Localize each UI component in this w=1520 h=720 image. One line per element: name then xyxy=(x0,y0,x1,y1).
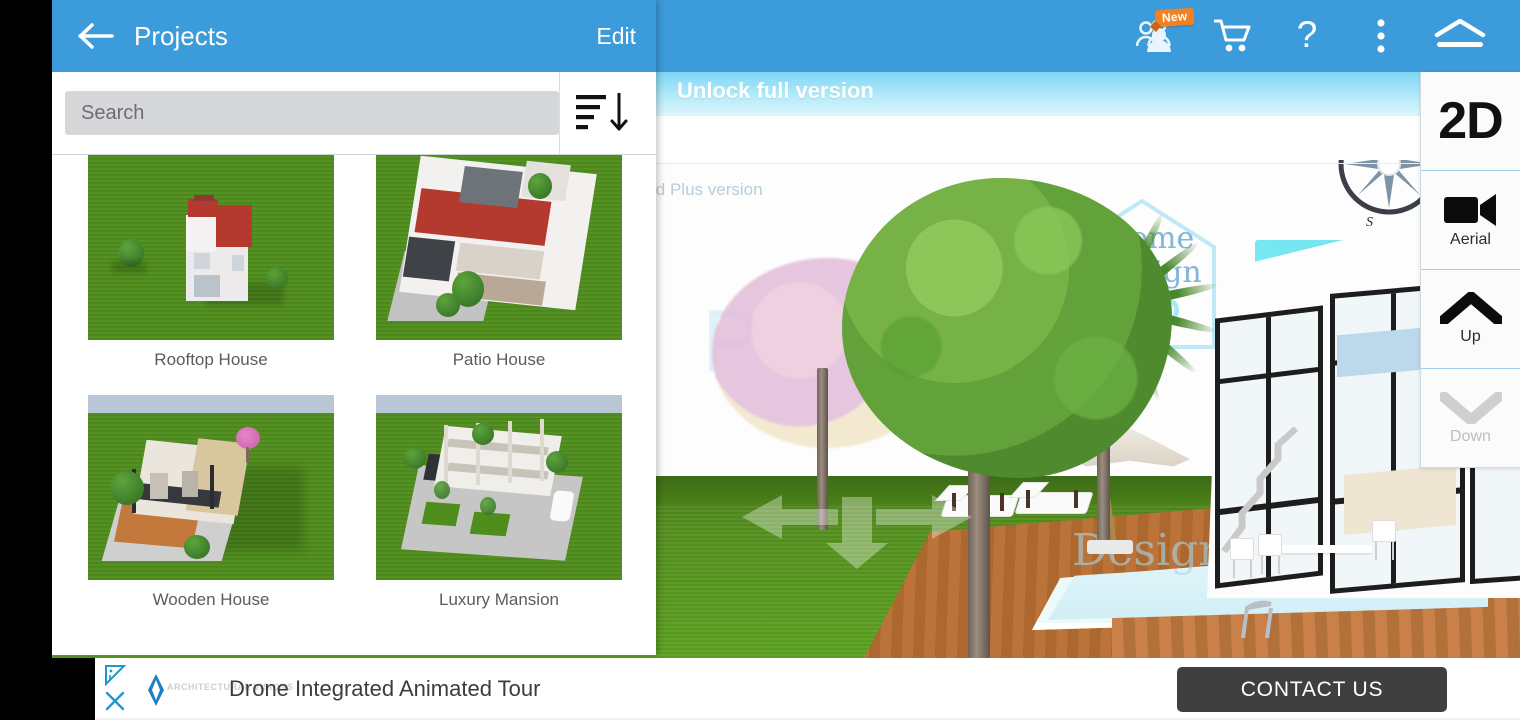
umbrella-base xyxy=(1087,540,1133,554)
sort-descending-icon xyxy=(575,93,627,131)
svg-text:?: ? xyxy=(1297,16,1318,55)
new-badge: New xyxy=(1154,7,1195,28)
back-button[interactable] xyxy=(78,16,118,56)
help-icon: ? xyxy=(1297,16,1318,55)
projects-search-row xyxy=(52,72,656,154)
projects-grid: Rooftop House Patio House Wooden House L… xyxy=(52,155,656,655)
view-tool-panel: 2D Aerial Up Down xyxy=(1420,72,1520,468)
arrow-left-icon xyxy=(78,23,114,49)
project-name: Patio House xyxy=(452,350,546,369)
aerial-view-button[interactable]: Aerial xyxy=(1421,171,1520,270)
cart-button[interactable] xyxy=(1196,0,1270,72)
patio-chair xyxy=(1372,520,1398,560)
projects-row: Wooden House Luxury Mansion xyxy=(52,384,656,624)
screen-root: PLAN Home Design 3D CT xyxy=(0,0,1520,720)
ad-title: Drone Integrated Animated Tour xyxy=(229,676,541,701)
contact-us-button[interactable]: CONTACT US xyxy=(1177,667,1447,712)
ad-banner: ARCHITECTURAL VISIONS Drone Integrated A… xyxy=(95,658,1520,720)
project-card[interactable]: Patio House xyxy=(376,155,622,384)
overflow-menu-icon xyxy=(1377,19,1385,53)
pan-arrows-overlay[interactable] xyxy=(742,455,972,645)
patio-chair xyxy=(1258,534,1284,574)
edit-button[interactable]: Edit xyxy=(596,23,636,50)
community-button[interactable]: New xyxy=(1122,0,1196,72)
move-down-button[interactable]: Down xyxy=(1421,369,1520,468)
adchoices-icon[interactable] xyxy=(104,664,126,686)
page-title: Projects xyxy=(134,20,228,51)
compass-label-south: S xyxy=(1366,215,1373,230)
chevron-up-icon xyxy=(1439,292,1502,324)
cart-icon xyxy=(1214,19,1251,52)
project-card[interactable]: Rooftop House xyxy=(88,155,334,384)
view-2d-icon: 2D xyxy=(1438,92,1503,150)
help-button[interactable]: ? xyxy=(1270,0,1344,72)
overflow-menu-button[interactable] xyxy=(1344,0,1418,72)
move-up-button[interactable]: Up xyxy=(1421,270,1520,369)
projects-header: Projects Edit xyxy=(52,0,656,72)
pool-ladder-icon xyxy=(1241,600,1273,639)
down-label: Down xyxy=(1450,427,1491,445)
search-input[interactable] xyxy=(65,91,559,135)
project-name: Rooftop House xyxy=(154,350,268,369)
toggle-2d-button[interactable]: 2D xyxy=(1421,72,1520,171)
patio-chair xyxy=(1230,538,1256,578)
projects-row: Rooftop House Patio House xyxy=(52,155,656,384)
project-thumbnail xyxy=(88,155,334,340)
project-card[interactable]: Wooden House xyxy=(88,395,334,624)
interior-kitchen xyxy=(1344,465,1456,535)
project-thumbnail xyxy=(88,395,334,580)
collapse-panel-button[interactable] xyxy=(1418,0,1502,72)
oak-tree-canopy xyxy=(836,172,1178,484)
project-card[interactable]: Luxury Mansion xyxy=(376,395,622,624)
projects-panel: Projects Edit Search Rooftop House Patio… xyxy=(52,0,656,655)
topbar-icon-group: New ? xyxy=(1122,0,1502,72)
aerial-label: Aerial xyxy=(1450,231,1491,248)
unlock-full-version-label: Unlock full version xyxy=(677,78,874,103)
project-name: Wooden House xyxy=(152,590,270,609)
project-name: Luxury Mansion xyxy=(438,590,559,609)
camera-icon xyxy=(1443,194,1496,226)
patio-table xyxy=(1282,545,1372,553)
up-label: Up xyxy=(1460,328,1481,345)
collapse-panel-icon xyxy=(1434,19,1486,47)
plus-version-label: ld Plus version xyxy=(652,180,763,199)
project-thumbnail xyxy=(376,155,622,340)
sort-button[interactable] xyxy=(559,72,643,154)
project-thumbnail xyxy=(376,395,622,580)
chevron-down-icon xyxy=(1439,391,1502,424)
close-icon[interactable] xyxy=(104,690,126,712)
